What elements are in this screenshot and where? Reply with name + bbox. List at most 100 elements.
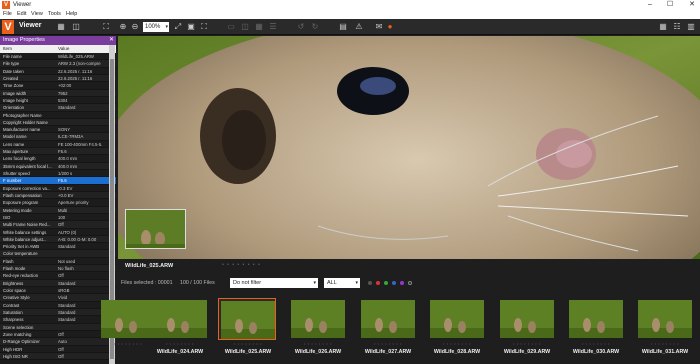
- property-row[interactable]: Date taken 22.6.2025 r. 11:16: [0, 68, 116, 75]
- panel-toggle-icon[interactable]: ▥: [686, 22, 696, 32]
- thumbnail-rating-dots[interactable]: • • • • • • • •: [148, 341, 212, 346]
- thumbnail-rating-dots[interactable]: • • • • • • • •: [356, 341, 420, 346]
- property-row[interactable]: Color temperature: [0, 250, 116, 258]
- thumbnail-rating-dots[interactable]: • • • • • • • •: [495, 341, 559, 346]
- property-row[interactable]: Copyright Holder Name: [0, 118, 116, 127]
- compare-view-icon[interactable]: ◫: [71, 22, 81, 32]
- fit-screen-icon[interactable]: ⛶: [101, 22, 111, 32]
- property-row[interactable]: F number F5.6: [0, 177, 116, 185]
- property-row[interactable]: Red-eye reduction Off: [0, 272, 116, 280]
- fit-window-icon[interactable]: ⤢: [173, 22, 183, 32]
- property-row[interactable]: Contrast Standard: [0, 302, 116, 309]
- label-filter-select[interactable]: ALL ▾: [324, 278, 360, 288]
- menu-tools[interactable]: Tools: [48, 11, 61, 17]
- full-screen-icon[interactable]: ⛶: [199, 22, 209, 32]
- color-label-purple-icon[interactable]: [400, 281, 404, 285]
- layout-split-icon[interactable]: ◫: [240, 22, 250, 32]
- thumbnail-grid-icon[interactable]: ▦: [658, 22, 668, 32]
- zoom-in-icon[interactable]: ⊕: [118, 22, 128, 32]
- layout-single-icon[interactable]: ▭: [226, 22, 236, 32]
- close-button[interactable]: ✕: [686, 0, 698, 10]
- thumbnail-rating-dots[interactable]: • • • • • • • •: [216, 341, 280, 346]
- thumbnail-rating-dots[interactable]: • • • • • • • •: [633, 341, 697, 346]
- property-row[interactable]: Flash mode No flash: [0, 265, 116, 273]
- navigator-thumbnail[interactable]: [125, 209, 186, 249]
- histogram-icon[interactable]: ▤: [338, 22, 348, 32]
- color-label-clear-icon[interactable]: [408, 281, 412, 285]
- viewer-mode-label[interactable]: Viewer: [19, 22, 41, 29]
- panel-close-icon[interactable]: ✕: [109, 36, 114, 45]
- property-row[interactable]: White balance settings AUTO (0): [0, 229, 116, 236]
- thumbnail-rating-dots[interactable]: • • • • • • • •: [286, 341, 350, 346]
- thumbnail-image[interactable]: [569, 300, 623, 338]
- mail-icon[interactable]: ✉: [374, 22, 384, 32]
- property-row[interactable]: Sharpness Standard: [0, 316, 116, 324]
- property-row[interactable]: Image height 5304: [0, 97, 116, 105]
- maximize-button[interactable]: ☐: [664, 0, 676, 10]
- layout-quad-icon[interactable]: ▦: [254, 22, 264, 32]
- property-row[interactable]: White balance adjust... A-B: 0.00 G-M: 0.…: [0, 235, 116, 244]
- property-row[interactable]: Exposure program Aperture priority: [0, 199, 116, 207]
- property-row[interactable]: Flash Not used: [0, 258, 116, 266]
- property-row[interactable]: Created 22.6.2025 r. 11:16: [0, 74, 116, 83]
- filter-select[interactable]: Do not filter ▾: [230, 278, 318, 288]
- thumbnail-rating-dots[interactable]: • • • • • • • •: [425, 341, 489, 346]
- property-row[interactable]: Creative Style Vivid: [0, 294, 116, 302]
- property-row[interactable]: File name WildLife_025.ARW: [0, 53, 116, 61]
- menu-help[interactable]: Help: [66, 11, 77, 17]
- property-row[interactable]: Lens name FE 100-400mm F4.5-5.: [0, 141, 116, 149]
- property-row[interactable]: Metering mode Multi: [0, 206, 116, 214]
- thumbnail-image[interactable]: [218, 298, 276, 340]
- property-row[interactable]: High HDR Off: [0, 346, 116, 353]
- rotate-right-icon[interactable]: ↻: [310, 22, 320, 32]
- property-row[interactable]: Brightness Standard: [0, 279, 116, 287]
- menu-view[interactable]: View: [31, 11, 43, 17]
- thumbnail-image[interactable]: [361, 300, 415, 338]
- menu-edit[interactable]: Edit: [17, 11, 26, 17]
- property-row[interactable]: Photographer Name: [0, 112, 116, 119]
- color-label-red-icon[interactable]: [376, 281, 380, 285]
- property-row[interactable]: Shutter speed 1/200 s: [0, 170, 116, 178]
- main-image[interactable]: [118, 36, 700, 259]
- color-label-blue-icon[interactable]: [392, 281, 396, 285]
- property-row[interactable]: Lens focal length 400.0 mm: [0, 155, 116, 163]
- thumbnail-image[interactable]: [153, 300, 207, 338]
- thumbnail-image[interactable]: [638, 300, 692, 338]
- column-value[interactable]: Value: [58, 45, 69, 53]
- property-row[interactable]: Scene selection: [0, 323, 116, 331]
- property-row[interactable]: Priority Set in AWB Standard: [0, 243, 116, 251]
- property-row[interactable]: Saturation Standard: [0, 308, 116, 317]
- property-row[interactable]: Color space sRGB: [0, 287, 116, 295]
- property-row[interactable]: ISO 100: [0, 214, 116, 222]
- thumbnail-image[interactable]: [500, 300, 554, 338]
- grid-view-icon[interactable]: ▦: [56, 22, 66, 32]
- property-row[interactable]: Max aperture F5.6: [0, 148, 116, 156]
- property-row[interactable]: Multi Frame Noise Red... Off: [0, 221, 116, 229]
- property-row[interactable]: Time Zone +02:00: [0, 82, 116, 90]
- property-row[interactable]: Image width 7952: [0, 89, 116, 97]
- record-icon[interactable]: ●: [385, 22, 395, 32]
- warning-icon[interactable]: ⚠: [354, 22, 364, 32]
- property-row[interactable]: Manufacturer name SONY: [0, 126, 116, 134]
- thumbnail-rating-dots[interactable]: • • • • • • • •: [564, 341, 628, 346]
- property-row[interactable]: Model name ILCE-7RM3A: [0, 133, 116, 141]
- thumbnail-image[interactable]: [101, 300, 155, 338]
- property-row[interactable]: Exposure correction va... -0.3 EV: [0, 185, 116, 192]
- layout-list-icon[interactable]: ☰: [268, 22, 278, 32]
- property-row[interactable]: 35mm equivalent focal l... 400.0 mm: [0, 162, 116, 170]
- property-row[interactable]: Zone matching Off: [0, 331, 116, 339]
- color-label-green-icon[interactable]: [384, 281, 388, 285]
- property-row[interactable]: File type ARW 2.3 (non-compre: [0, 60, 116, 68]
- property-row[interactable]: High ISO NR Off: [0, 352, 116, 361]
- zoom-out-icon[interactable]: ⊖: [130, 22, 140, 32]
- rotate-left-icon[interactable]: ↺: [296, 22, 306, 32]
- rating-dots[interactable]: • • • • • • • •: [222, 262, 261, 268]
- color-label-none-icon[interactable]: [368, 281, 372, 285]
- column-item[interactable]: Item: [3, 45, 12, 53]
- property-row[interactable]: Flash compensation +0.0 EV: [0, 191, 116, 200]
- minimize-button[interactable]: –: [644, 0, 656, 10]
- property-row[interactable]: Orientation Standard: [0, 104, 116, 112]
- thumbnail-image[interactable]: [291, 300, 345, 338]
- zoom-select[interactable]: 100% ▾: [143, 22, 169, 32]
- thumbnail-image[interactable]: [430, 300, 484, 338]
